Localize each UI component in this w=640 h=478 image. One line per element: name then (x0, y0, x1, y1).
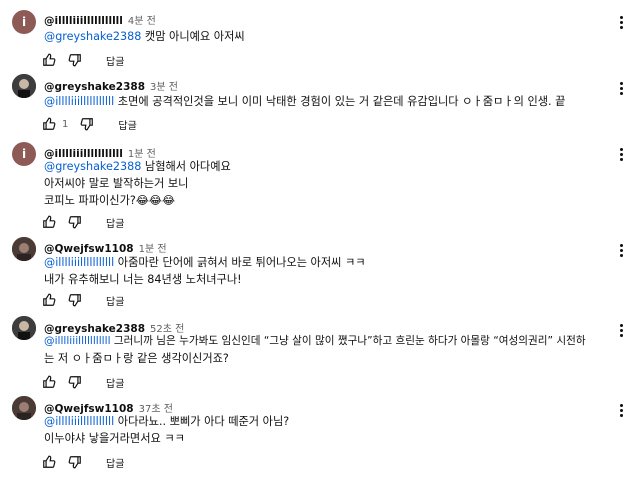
comment-actions: 1 답글 (40, 114, 137, 134)
avatar[interactable] (12, 316, 36, 340)
avatar[interactable] (12, 237, 36, 261)
mention-link[interactable]: @illlliiilllllllllll (44, 415, 114, 428)
mention-link[interactable]: @illlliiilllllllllll (44, 335, 111, 347)
reply-button[interactable]: 답글 (106, 375, 124, 390)
reply-button[interactable]: 답글 (106, 215, 124, 230)
avatar[interactable] (12, 396, 36, 420)
comment-text: @illlliiilllllllllll 아줌마란 단어에 긁혀서 바로 튀어나… (44, 256, 366, 286)
comment-text: @illlliiilllllllllll 초면에 공격적인것을 보니 이미 낙태… (44, 95, 566, 108)
thumb-down-icon[interactable] (66, 213, 84, 231)
comment-actions: 답글 (40, 212, 124, 232)
reply-button[interactable]: 답글 (106, 53, 124, 68)
mention-link[interactable]: @greyshake2388 (44, 30, 141, 43)
comment-text: @greyshake2388 캣맘 아니예요 아저씨 (44, 30, 245, 43)
thumb-up-icon[interactable] (40, 373, 58, 391)
thumb-up-icon[interactable] (40, 115, 58, 133)
avatar[interactable]: i (12, 10, 36, 34)
thumb-up-icon[interactable] (40, 51, 58, 69)
comment-actions: 답글 (40, 290, 124, 310)
comment-text: @illlliiilllllllllll 그러니까 님은 누가봐도 임신인데 “… (44, 335, 586, 365)
thumb-up-icon[interactable] (40, 213, 58, 231)
comment-time[interactable]: 3분 전 (150, 82, 178, 93)
thumb-down-icon[interactable] (78, 115, 96, 133)
reply-button[interactable]: 답글 (118, 117, 136, 132)
comment-author[interactable]: @greyshake2388 (44, 81, 145, 93)
comment-actions: 답글 (40, 452, 124, 472)
mention-link[interactable]: @illlliiilllllllllll (44, 256, 114, 269)
comment-actions: 답글 (40, 50, 124, 70)
comment-time[interactable]: 4분 전 (128, 16, 156, 27)
thumb-down-icon[interactable] (66, 51, 84, 69)
thumb-down-icon[interactable] (66, 291, 84, 309)
comment-author[interactable]: @illlliiilllllllllll (44, 15, 123, 27)
avatar[interactable] (12, 74, 36, 98)
thumb-down-icon[interactable] (66, 453, 84, 471)
reply-button[interactable]: 답글 (106, 293, 124, 308)
comment-text: @greyshake2388 남혐해서 아다예요 아저씨야 말로 발작하는거 보… (44, 160, 231, 207)
mention-link[interactable]: @greyshake2388 (44, 160, 141, 173)
avatar[interactable]: i (12, 142, 36, 166)
comment-text: @illlliiilllllllllll 아다라뇨.. 뽀삐가 아다 떼준거 아… (44, 415, 290, 445)
thumb-up-icon[interactable] (40, 453, 58, 471)
mention-link[interactable]: @illlliiilllllllllll (44, 95, 114, 108)
reply-button[interactable]: 답글 (106, 455, 124, 470)
like-count: 1 (62, 118, 69, 130)
thumb-up-icon[interactable] (40, 291, 58, 309)
comment-actions: 답글 (40, 372, 124, 392)
thumb-down-icon[interactable] (66, 373, 84, 391)
